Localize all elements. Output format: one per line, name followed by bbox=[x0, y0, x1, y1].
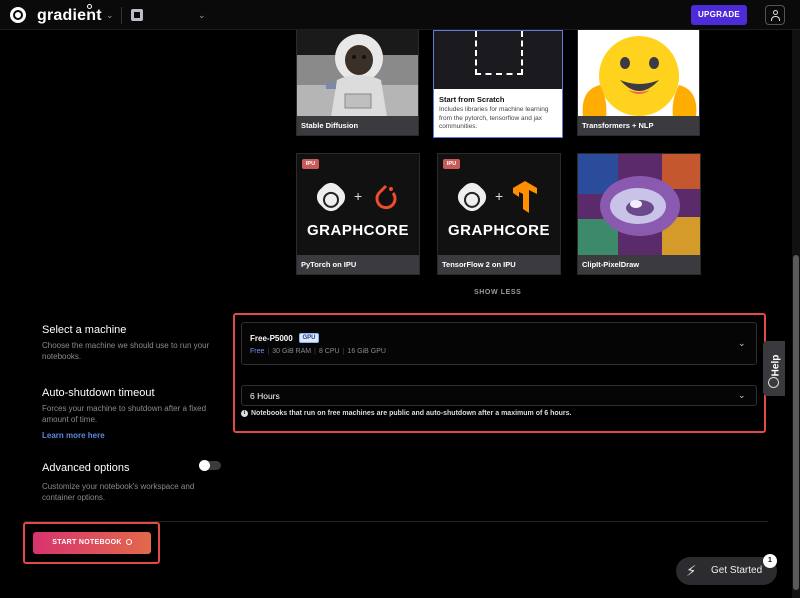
upgrade-button[interactable]: UPGRADE bbox=[691, 5, 747, 25]
divider bbox=[121, 7, 122, 24]
machine-select[interactable]: Free-P5000 GPU Free | 30 GiB RAM | 8 CPU | 16 … bbox=[241, 322, 757, 365]
info-icon: i bbox=[241, 410, 248, 417]
logo-dot-icon bbox=[87, 4, 92, 9]
auto-shutdown-title: Auto-shutdown timeout bbox=[42, 387, 155, 399]
select-machine-description: Choose the machine we should use to run … bbox=[42, 341, 210, 361]
user-menu-button[interactable] bbox=[765, 5, 785, 25]
graphcore-logo-icon bbox=[312, 178, 350, 216]
get-started-button[interactable]: ⚡︎ Get Started bbox=[676, 557, 777, 585]
lightning-icon: ⚡︎ bbox=[686, 563, 697, 580]
card-title: Start from Scratch bbox=[439, 95, 505, 104]
graphcore-wordmark: GRAPHCORE bbox=[306, 222, 409, 239]
top-bar: gradient ⌄ ⌄ UPGRADE bbox=[0, 0, 800, 30]
start-notebook-button[interactable]: START NOTEBOOK bbox=[33, 532, 151, 554]
card-label: Transformers + NLP bbox=[578, 116, 699, 135]
auto-shutdown-description: Forces your machine to shutdown after a … bbox=[42, 404, 207, 424]
show-less-button[interactable]: SHOW LESS bbox=[474, 289, 521, 296]
workspace-icon[interactable] bbox=[131, 9, 143, 21]
pytorch-logo-icon bbox=[375, 184, 397, 210]
gpu-badge: GPU bbox=[299, 333, 319, 343]
select-machine-title: Select a machine bbox=[42, 324, 127, 336]
timeout-value: 6 Hours bbox=[250, 391, 280, 401]
astronaut-image bbox=[297, 30, 418, 117]
template-card-pytorch-ipu[interactable]: IPU + GRAPHCORE PyTorch on IPU bbox=[296, 153, 420, 275]
pixel-art-image bbox=[578, 154, 700, 257]
card-label: Stable Diffusion bbox=[297, 116, 418, 135]
help-tab[interactable]: Help bbox=[763, 341, 785, 396]
user-icon bbox=[773, 10, 778, 15]
ipu-badge: IPU bbox=[302, 159, 319, 169]
template-card-stable-diffusion[interactable]: Stable Diffusion bbox=[296, 30, 419, 136]
chevron-down-icon: ⌄ bbox=[738, 338, 746, 348]
advanced-options-description: Customize your notebook's workspace and … bbox=[42, 482, 195, 502]
gradient-logo-icon[interactable] bbox=[10, 7, 26, 23]
start-icon bbox=[125, 539, 132, 545]
template-card-transformers-nlp[interactable]: Transformers + NLP bbox=[577, 30, 700, 136]
chevron-down-icon: ⌄ bbox=[738, 390, 746, 400]
card-description: Includes libraries for machine learning … bbox=[439, 106, 549, 130]
template-card-start-from-scratch[interactable]: Start from Scratch Includes libraries fo… bbox=[433, 30, 563, 138]
advanced-options-toggle[interactable] bbox=[199, 460, 221, 471]
tensorflow-logo-icon bbox=[513, 181, 537, 213]
scratch-placeholder-icon bbox=[475, 31, 523, 75]
card-label: TensorFlow 2 on IPU bbox=[438, 255, 560, 274]
learn-more-link[interactable]: Learn more here bbox=[42, 431, 105, 440]
get-started-label: Get Started bbox=[711, 565, 763, 576]
ipu-badge: IPU bbox=[443, 159, 460, 169]
machine-name: Free-P5000 bbox=[250, 334, 293, 343]
team-chevron-down-icon[interactable]: ⌄ bbox=[106, 10, 114, 21]
notification-badge: 1 bbox=[763, 554, 777, 568]
help-label: Help bbox=[770, 354, 782, 377]
logo-text[interactable]: gradient bbox=[37, 7, 102, 25]
card-label: PyTorch on IPU bbox=[297, 255, 419, 274]
template-card-clipit-pixeldraw[interactable]: ClipIt-PixelDraw bbox=[577, 153, 701, 275]
help-lifebuoy-icon bbox=[768, 377, 779, 388]
start-notebook-label: START NOTEBOOK bbox=[52, 539, 122, 546]
advanced-options-title: Advanced options bbox=[42, 462, 130, 474]
template-card-tensorflow-ipu[interactable]: IPU + GRAPHCORE TensorFlow 2 on IPU bbox=[437, 153, 561, 275]
timeout-select[interactable]: 6 Hours ⌄ bbox=[241, 385, 757, 406]
scrollbar-thumb[interactable] bbox=[793, 255, 799, 590]
machine-specs: Free | 30 GiB RAM | 8 CPU | 16 GiB GPU bbox=[250, 348, 386, 355]
graphcore-wordmark: GRAPHCORE bbox=[447, 222, 550, 239]
workspace-chevron-down-icon[interactable]: ⌄ bbox=[198, 10, 206, 21]
shutdown-notice: Notebooks that run on free machines are … bbox=[251, 410, 572, 417]
card-label: ClipIt-PixelDraw bbox=[578, 255, 700, 274]
hugging-face-image bbox=[578, 30, 699, 117]
graphcore-logo-icon bbox=[453, 178, 491, 216]
